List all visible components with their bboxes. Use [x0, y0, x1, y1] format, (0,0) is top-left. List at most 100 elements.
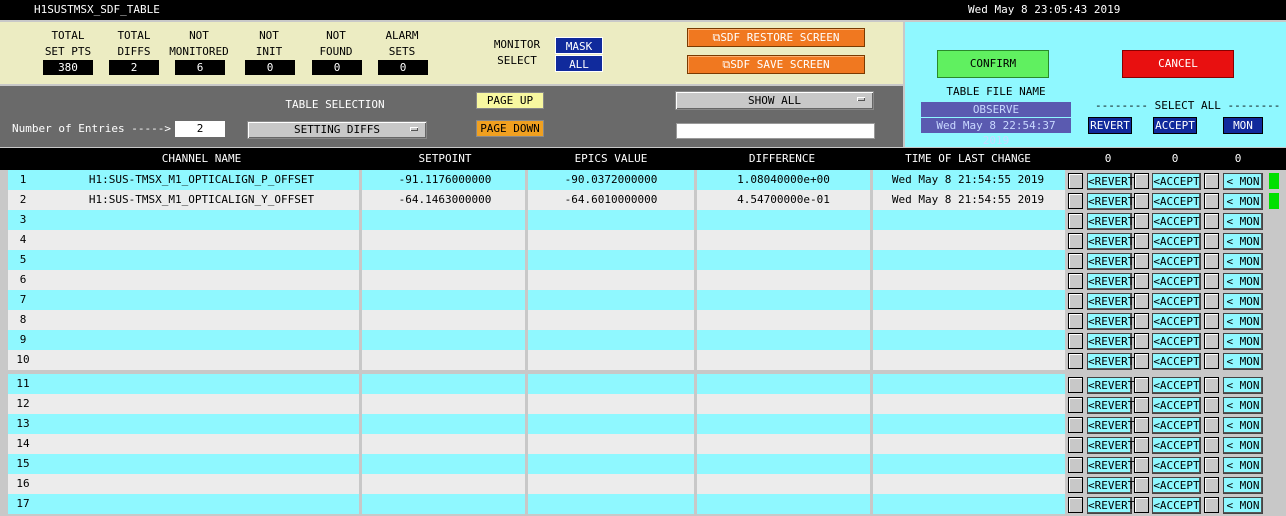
revert-button[interactable]: <REVERT — [1087, 213, 1134, 230]
mask-button[interactable]: MASK — [555, 37, 603, 54]
cancel-button[interactable]: CANCEL — [1122, 50, 1234, 78]
revert-checkbox[interactable] — [1068, 497, 1083, 513]
mon-checkbox[interactable] — [1204, 417, 1219, 433]
mon-checkbox[interactable] — [1204, 173, 1219, 189]
accept-checkbox[interactable] — [1134, 313, 1149, 329]
revert-checkbox[interactable] — [1068, 233, 1083, 249]
revert-checkbox[interactable] — [1068, 377, 1083, 393]
accept-checkbox[interactable] — [1134, 397, 1149, 413]
revert-checkbox[interactable] — [1068, 333, 1083, 349]
accept-checkbox[interactable] — [1134, 377, 1149, 393]
mon-checkbox[interactable] — [1204, 477, 1219, 493]
accept-checkbox[interactable] — [1134, 173, 1149, 189]
accept-checkbox[interactable] — [1134, 497, 1149, 513]
mon-button[interactable]: < MON — [1223, 397, 1263, 414]
revert-checkbox[interactable] — [1068, 173, 1083, 189]
mon-checkbox[interactable] — [1204, 497, 1219, 513]
mon-checkbox[interactable] — [1204, 313, 1219, 329]
revert-button[interactable]: <REVERT — [1087, 293, 1134, 310]
revert-button[interactable]: <REVERT — [1087, 233, 1134, 250]
sdf-restore-screen-button[interactable]: ⧉SDF RESTORE SCREEN — [687, 28, 865, 47]
show-all-dropdown[interactable]: SHOW ALL — [675, 91, 874, 110]
revert-checkbox[interactable] — [1068, 397, 1083, 413]
accept-checkbox[interactable] — [1134, 273, 1149, 289]
revert-button[interactable]: <REVERT — [1087, 457, 1134, 474]
revert-button[interactable]: <REVERT — [1087, 497, 1134, 514]
accept-checkbox[interactable] — [1134, 417, 1149, 433]
revert-checkbox[interactable] — [1068, 417, 1083, 433]
accept-button[interactable]: <ACCEPT — [1152, 437, 1201, 454]
accept-button[interactable]: <ACCEPT — [1152, 313, 1201, 330]
revert-button[interactable]: <REVERT — [1087, 477, 1134, 494]
mon-button[interactable]: < MON — [1223, 273, 1263, 290]
accept-button[interactable]: <ACCEPT — [1152, 397, 1201, 414]
accept-button[interactable]: <ACCEPT — [1152, 253, 1201, 270]
mon-checkbox[interactable] — [1204, 233, 1219, 249]
revert-checkbox[interactable] — [1068, 193, 1083, 209]
revert-checkbox[interactable] — [1068, 437, 1083, 453]
revert-button[interactable]: <REVERT — [1087, 437, 1134, 454]
accept-checkbox[interactable] — [1134, 437, 1149, 453]
filter-input[interactable] — [676, 123, 875, 139]
mon-button[interactable]: < MON — [1223, 477, 1263, 494]
accept-button[interactable]: <ACCEPT — [1152, 173, 1201, 190]
mon-checkbox[interactable] — [1204, 397, 1219, 413]
revert-checkbox[interactable] — [1068, 477, 1083, 493]
accept-checkbox[interactable] — [1134, 353, 1149, 369]
table-selection-dropdown[interactable]: SETTING DIFFS — [247, 121, 427, 139]
mon-all-button[interactable]: MON — [1223, 117, 1263, 134]
mon-button[interactable]: < MON — [1223, 313, 1263, 330]
revert-button[interactable]: <REVERT — [1087, 397, 1134, 414]
revert-button[interactable]: <REVERT — [1087, 193, 1134, 210]
mon-checkbox[interactable] — [1204, 437, 1219, 453]
accept-button[interactable]: <ACCEPT — [1152, 497, 1201, 514]
accept-button[interactable]: <ACCEPT — [1152, 377, 1201, 394]
revert-button[interactable]: <REVERT — [1087, 273, 1134, 290]
accept-checkbox[interactable] — [1134, 293, 1149, 309]
accept-checkbox[interactable] — [1134, 253, 1149, 269]
revert-checkbox[interactable] — [1068, 353, 1083, 369]
accept-checkbox[interactable] — [1134, 333, 1149, 349]
accept-button[interactable]: <ACCEPT — [1152, 353, 1201, 370]
mon-checkbox[interactable] — [1204, 193, 1219, 209]
accept-checkbox[interactable] — [1134, 213, 1149, 229]
page-up-button[interactable]: PAGE UP — [476, 92, 544, 109]
mon-button[interactable]: < MON — [1223, 333, 1263, 350]
revert-button[interactable]: <REVERT — [1087, 377, 1134, 394]
accept-button[interactable]: <ACCEPT — [1152, 193, 1201, 210]
mon-button[interactable]: < MON — [1223, 233, 1263, 250]
mon-checkbox[interactable] — [1204, 333, 1219, 349]
revert-checkbox[interactable] — [1068, 213, 1083, 229]
mon-button[interactable]: < MON — [1223, 457, 1263, 474]
mon-button[interactable]: < MON — [1223, 173, 1263, 190]
mon-checkbox[interactable] — [1204, 253, 1219, 269]
mon-button[interactable]: < MON — [1223, 417, 1263, 434]
confirm-button[interactable]: CONFIRM — [937, 50, 1049, 78]
mon-button[interactable]: < MON — [1223, 497, 1263, 514]
mon-checkbox[interactable] — [1204, 457, 1219, 473]
revert-button[interactable]: <REVERT — [1087, 173, 1134, 190]
mon-checkbox[interactable] — [1204, 273, 1219, 289]
mon-button[interactable]: < MON — [1223, 377, 1263, 394]
mon-button[interactable]: < MON — [1223, 193, 1263, 210]
revert-checkbox[interactable] — [1068, 253, 1083, 269]
accept-button[interactable]: <ACCEPT — [1152, 457, 1201, 474]
revert-checkbox[interactable] — [1068, 457, 1083, 473]
accept-button[interactable]: <ACCEPT — [1152, 477, 1201, 494]
revert-button[interactable]: <REVERT — [1087, 417, 1134, 434]
mon-checkbox[interactable] — [1204, 377, 1219, 393]
mon-button[interactable]: < MON — [1223, 213, 1263, 230]
mon-button[interactable]: < MON — [1223, 293, 1263, 310]
revert-all-button[interactable]: REVERT — [1088, 117, 1132, 134]
mon-checkbox[interactable] — [1204, 293, 1219, 309]
accept-button[interactable]: <ACCEPT — [1152, 333, 1201, 350]
accept-checkbox[interactable] — [1134, 233, 1149, 249]
accept-button[interactable]: <ACCEPT — [1152, 273, 1201, 290]
accept-all-button[interactable]: ACCEPT — [1153, 117, 1197, 134]
accept-checkbox[interactable] — [1134, 457, 1149, 473]
sdf-save-screen-button[interactable]: ⧉SDF SAVE SCREEN — [687, 55, 865, 74]
revert-button[interactable]: <REVERT — [1087, 253, 1134, 270]
revert-checkbox[interactable] — [1068, 273, 1083, 289]
page-down-button[interactable]: PAGE DOWN — [476, 120, 544, 137]
accept-button[interactable]: <ACCEPT — [1152, 417, 1201, 434]
